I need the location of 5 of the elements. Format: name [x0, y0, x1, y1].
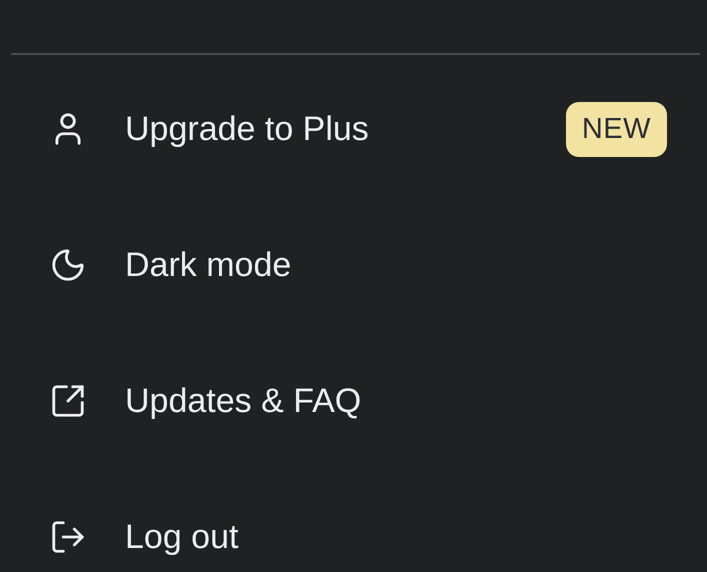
new-badge: NEW	[566, 102, 667, 156]
menu-item[interactable]: Log out	[11, 469, 700, 557]
menu-item[interactable]: Updates & FAQ	[11, 333, 700, 469]
menu-item[interactable]: Dark mode	[11, 197, 700, 333]
menu-item[interactable]: Upgrade to Plus NEW	[11, 61, 700, 197]
